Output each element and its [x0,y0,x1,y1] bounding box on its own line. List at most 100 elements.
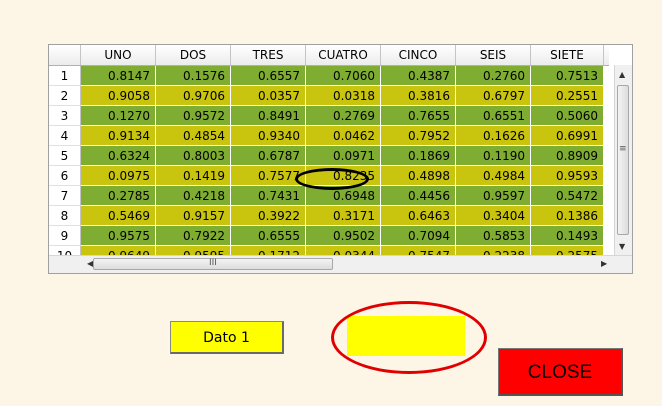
data-table[interactable]: UNO DOS TRES CUATRO CINCO SEIS SIETE 1 0.8147 0.… [48,44,633,274]
column-header-uno[interactable]: UNO [81,45,156,65]
corner-cell [49,45,81,65]
table-cell[interactable]: 0.6324 [81,146,156,166]
table-cell[interactable]: 0.5060 [531,106,604,126]
table-cell[interactable]: 0.9340 [231,126,306,146]
table-row: 5 0.6324 0.8003 0.6787 0.0971 0.1869 0.1190 0.8… [49,146,609,166]
table-cell[interactable]: 0.9572 [156,106,231,126]
column-header-tres[interactable]: TRES [231,45,306,65]
dato-1-button[interactable]: Dato 1 [170,321,284,354]
table-row: 4 0.9134 0.4854 0.9340 0.0462 0.7952 0.1626 0.6… [49,126,609,146]
scroll-down-icon[interactable]: ▼ [619,242,625,252]
table-cell[interactable]: 0.7060 [306,66,381,86]
table-cell[interactable]: 0.4456 [381,186,456,206]
table-cell[interactable]: 0.2785 [81,186,156,206]
table-cell[interactable]: 0.6555 [231,226,306,246]
table-cell[interactable]: 0.0462 [306,126,381,146]
table-cell[interactable]: 0.2760 [456,66,531,86]
table-cell[interactable]: 0.7094 [381,226,456,246]
table-cell[interactable]: 0.6991 [531,126,604,146]
row-header[interactable]: 1 [49,66,81,86]
row-header[interactable]: 4 [49,126,81,146]
vscroll-grip: ≡ [619,144,627,154]
horizontal-scroll-thumb[interactable]: III [93,258,333,270]
table-cell[interactable]: 0.1190 [456,146,531,166]
row-header[interactable]: 3 [49,106,81,126]
table-cell[interactable]: 0.3404 [456,206,531,226]
table-cell[interactable]: 0.5853 [456,226,531,246]
table-body: 1 0.8147 0.1576 0.6557 0.7060 0.4387 0.2760 0.7… [49,66,609,256]
hscroll-grip: III [209,258,217,268]
vertical-scrollbar[interactable]: ▲ ≡ ▼ [614,65,632,256]
column-header-seis[interactable]: SEIS [456,45,531,65]
table-cell[interactable]: 0.0357 [231,86,306,106]
scroll-up-icon[interactable]: ▲ [619,70,625,80]
table-cell[interactable]: 0.7655 [381,106,456,126]
result-highlight-circle [331,301,487,374]
table-cell[interactable]: 0.1386 [531,206,604,226]
table-cell[interactable]: 0.7922 [156,226,231,246]
table-cell[interactable]: 0.7431 [231,186,306,206]
vertical-scroll-thumb[interactable]: ≡ [617,85,629,235]
table-row: 1 0.8147 0.1576 0.6557 0.7060 0.4387 0.2760 0.7… [49,66,609,86]
table-cell[interactable]: 0.6463 [381,206,456,226]
table-cell[interactable]: 0.2769 [306,106,381,126]
table-cell[interactable]: 0.9593 [531,166,604,186]
table-cell[interactable]: 0.1493 [531,226,604,246]
table-row: 2 0.9058 0.9706 0.0357 0.0318 0.3816 0.6797 0.2… [49,86,609,106]
table-cell[interactable]: 0.4387 [381,66,456,86]
table-cell[interactable]: 0.3922 [231,206,306,226]
table-cell[interactable]: 0.8147 [81,66,156,86]
row-header[interactable]: 2 [49,86,81,106]
table-header: UNO DOS TRES CUATRO CINCO SEIS SIETE [49,45,609,66]
table-cell[interactable]: 0.4854 [156,126,231,146]
table-cell[interactable]: 0.7513 [531,66,604,86]
table-cell[interactable]: 0.5469 [81,206,156,226]
table-cell[interactable]: 0.1869 [381,146,456,166]
table-cell[interactable]: 0.6551 [456,106,531,126]
highlight-circle [295,168,369,190]
column-header-cuatro[interactable]: CUATRO [306,45,381,65]
close-button[interactable]: CLOSE [498,348,623,396]
table-cell[interactable]: 0.3816 [381,86,456,106]
table-cell[interactable]: 0.5472 [531,186,604,206]
row-header[interactable]: 8 [49,206,81,226]
table-cell[interactable]: 0.0971 [306,146,381,166]
table-cell[interactable]: 0.1270 [81,106,156,126]
table-cell[interactable]: 0.9157 [156,206,231,226]
column-header-dos[interactable]: DOS [156,45,231,65]
table-cell[interactable]: 0.4218 [156,186,231,206]
table-cell[interactable]: 0.0318 [306,86,381,106]
scroll-right-icon[interactable]: ▶ [601,259,607,269]
row-header[interactable]: 6 [49,166,81,186]
table-cell[interactable]: 0.6797 [456,86,531,106]
row-header[interactable]: 5 [49,146,81,166]
table-cell[interactable]: 0.6787 [231,146,306,166]
table-cell[interactable]: 0.9502 [306,226,381,246]
table-cell[interactable]: 0.0975 [81,166,156,186]
table-cell[interactable]: 0.9575 [81,226,156,246]
table-cell[interactable]: 0.1576 [156,66,231,86]
table-cell[interactable]: 0.3171 [306,206,381,226]
table-cell[interactable]: 0.1419 [156,166,231,186]
table-cell[interactable]: 0.8003 [156,146,231,166]
table-cell[interactable]: 0.9058 [81,86,156,106]
table-cell[interactable]: 0.4984 [456,166,531,186]
row-header[interactable]: 7 [49,186,81,206]
table-cell[interactable]: 0.7952 [381,126,456,146]
column-header-siete[interactable]: SIETE [531,45,604,65]
column-header-cinco[interactable]: CINCO [381,45,456,65]
table-cell[interactable]: 0.9134 [81,126,156,146]
row-header[interactable]: 9 [49,226,81,246]
table-cell[interactable]: 0.9597 [456,186,531,206]
table-row: 8 0.5469 0.9157 0.3922 0.3171 0.6463 0.3404 0.1… [49,206,609,226]
table-cell[interactable]: 0.8909 [531,146,604,166]
table-cell[interactable]: 0.6557 [231,66,306,86]
table-cell[interactable]: 0.8491 [231,106,306,126]
table-cell[interactable]: 0.4898 [381,166,456,186]
table-cell[interactable]: 0.2551 [531,86,604,106]
horizontal-scrollbar[interactable]: ◀ III ▶ [49,255,632,273]
table-cell[interactable]: 0.1626 [456,126,531,146]
table-row: 9 0.9575 0.7922 0.6555 0.9502 0.7094 0.5853 0.1… [49,226,609,246]
table-row: 3 0.1270 0.9572 0.8491 0.2769 0.7655 0.6551 0.5… [49,106,609,126]
table-cell[interactable]: 0.9706 [156,86,231,106]
